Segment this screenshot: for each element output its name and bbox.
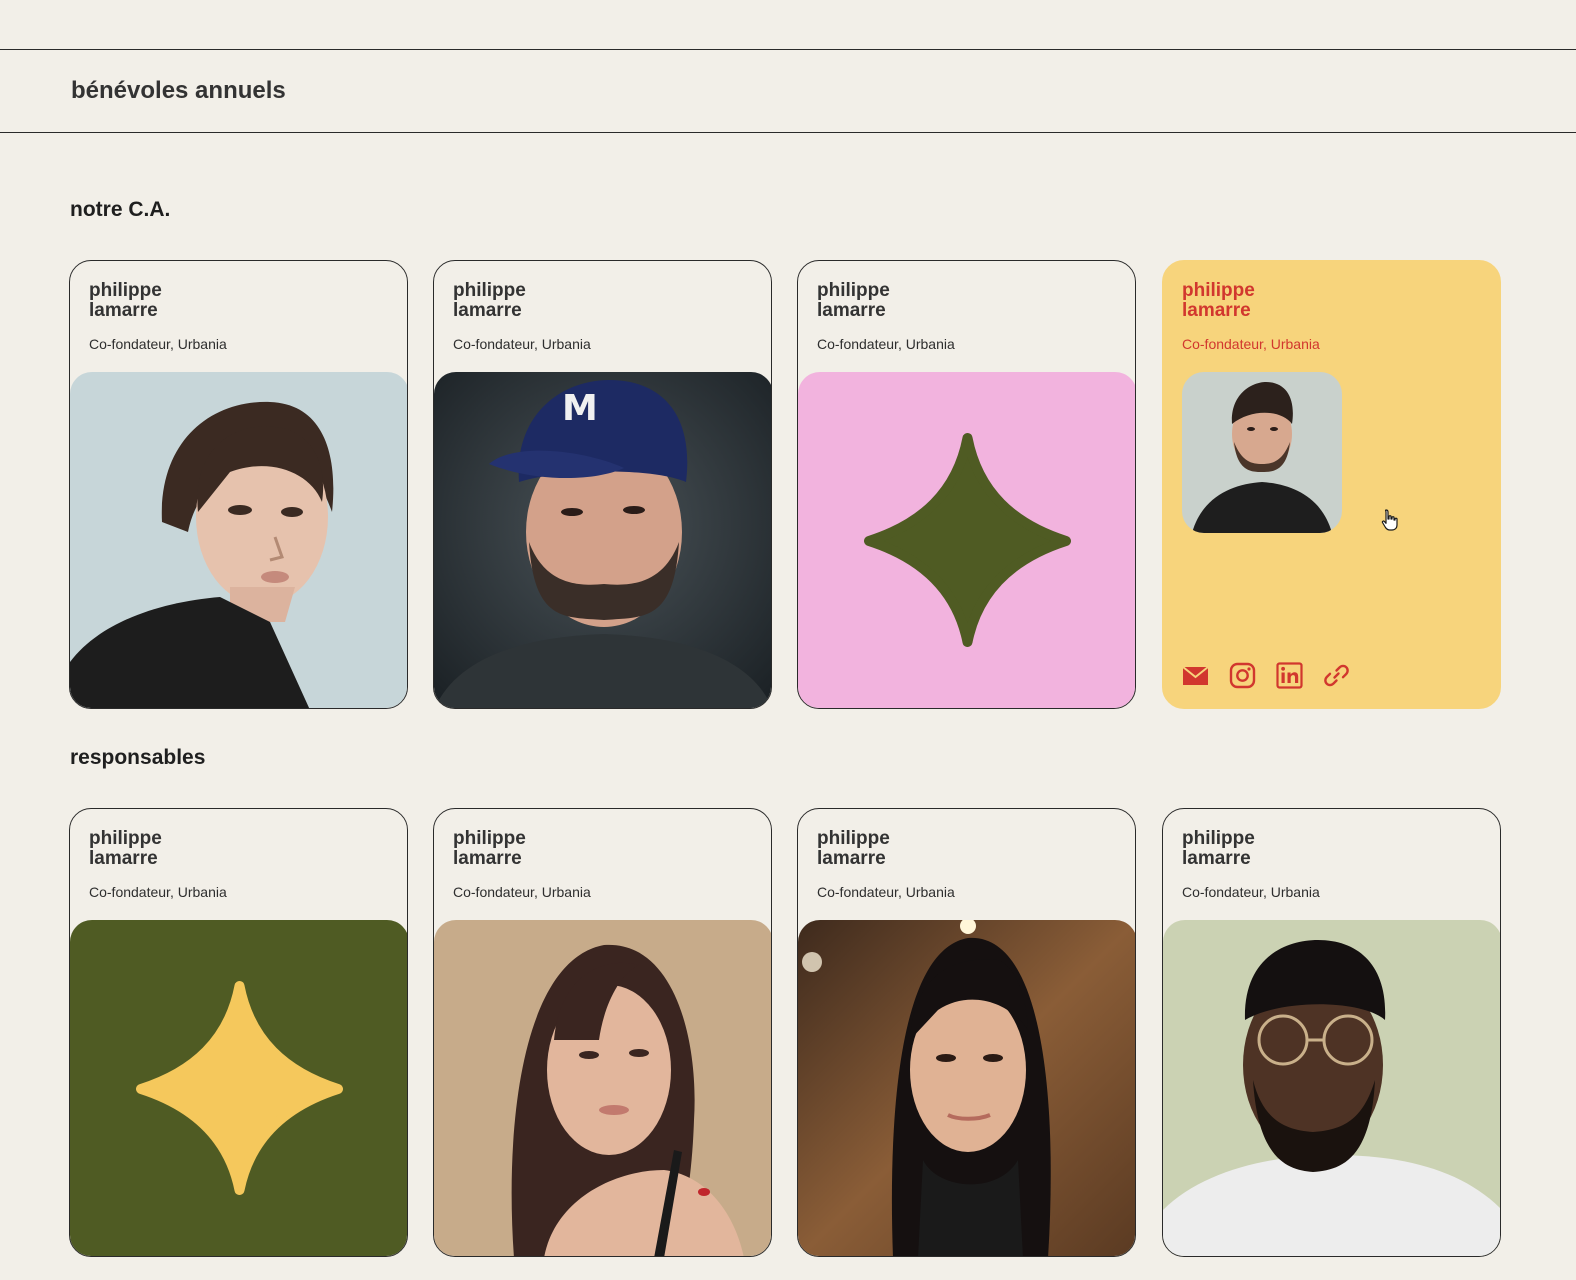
member-card-hovered[interactable]: philippe lamarre Co-fondateur, Urbania (1162, 260, 1501, 709)
section-title-responsables: responsables (70, 746, 206, 769)
member-card[interactable]: philippe lamarre Co-fondateur, Urbania (69, 260, 408, 709)
member-card[interactable]: philippe lamarre Co-fondateur, Urbania (797, 808, 1136, 1257)
member-name: philippe lamarre (453, 828, 526, 869)
member-role: Co-fondateur, Urbania (817, 884, 955, 900)
member-role: Co-fondateur, Urbania (453, 336, 591, 352)
member-card[interactable]: philippe lamarre Co-fondateur, Urbania (69, 808, 408, 1257)
svg-text:M: M (562, 388, 598, 429)
linkedin-icon[interactable] (1276, 662, 1303, 689)
member-card[interactable]: philippe lamarre Co-fondateur, Urbania (433, 808, 772, 1257)
member-role: Co-fondateur, Urbania (817, 336, 955, 352)
member-portrait (798, 920, 1135, 1256)
member-name: philippe lamarre (89, 280, 162, 321)
section-title-ca: notre C.A. (70, 198, 171, 221)
member-card[interactable]: philippe lamarre Co-fondateur, Urbania (1162, 808, 1501, 1257)
star-placeholder (798, 372, 1135, 708)
social-links (1182, 662, 1350, 689)
member-name: philippe lamarre (817, 280, 890, 321)
link-icon[interactable] (1323, 662, 1350, 689)
member-name: philippe lamarre (1182, 280, 1255, 321)
member-name: philippe lamarre (817, 828, 890, 869)
member-name: philippe lamarre (1182, 828, 1255, 869)
star-placeholder (70, 920, 407, 1256)
member-portrait-thumbnail (1182, 372, 1342, 533)
member-card[interactable]: philippe lamarre Co-fondateur, Urbania (433, 260, 772, 709)
pointer-cursor-icon (1380, 508, 1400, 532)
member-name: philippe lamarre (89, 828, 162, 869)
ca-member-grid: philippe lamarre Co-fondateur, Urbania p… (69, 260, 1507, 709)
member-card[interactable]: philippe lamarre Co-fondateur, Urbania (797, 260, 1136, 709)
member-role: Co-fondateur, Urbania (89, 884, 227, 900)
member-portrait (70, 372, 407, 708)
instagram-icon[interactable] (1229, 662, 1256, 689)
page: bénévoles annuels notre C.A. philippe la… (0, 0, 1576, 1280)
page-header: bénévoles annuels (0, 49, 1576, 133)
member-name: philippe lamarre (453, 280, 526, 321)
member-role: Co-fondateur, Urbania (1182, 884, 1320, 900)
member-role: Co-fondateur, Urbania (89, 336, 227, 352)
member-portrait (1163, 920, 1500, 1256)
page-title: bénévoles annuels (71, 77, 286, 104)
member-role: Co-fondateur, Urbania (1182, 336, 1320, 352)
member-portrait: M (434, 372, 771, 708)
member-role: Co-fondateur, Urbania (453, 884, 591, 900)
member-portrait (434, 920, 771, 1256)
mail-icon[interactable] (1182, 662, 1209, 689)
responsables-member-grid: philippe lamarre Co-fondateur, Urbania p… (69, 808, 1507, 1257)
